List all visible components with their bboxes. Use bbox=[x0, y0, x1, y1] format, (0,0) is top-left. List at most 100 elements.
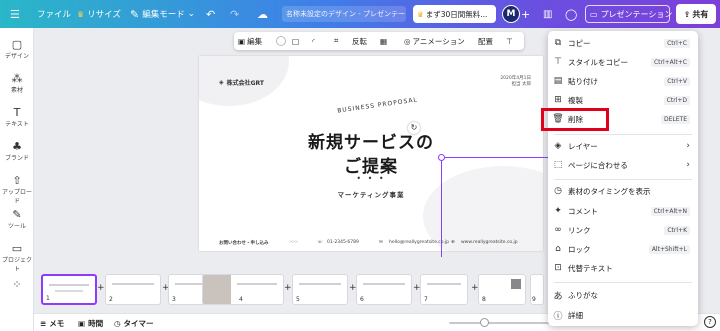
add-page-icon[interactable]: + bbox=[97, 283, 105, 293]
corner-button[interactable]: ◜ bbox=[312, 32, 315, 50]
apps-icon: ⁘ bbox=[12, 278, 22, 291]
present-button[interactable]: ▭ プレゼンテーション bbox=[585, 5, 672, 23]
website-url: www.reallygreatsite.co.jp bbox=[461, 240, 518, 245]
sidebar-item-elements[interactable]: ⁂ 素材 bbox=[0, 72, 34, 94]
page-thumbnail[interactable]: 6 bbox=[356, 274, 412, 305]
menu-item-duplicate[interactable]: ⊞ 複製 Ctrl+D bbox=[548, 92, 698, 108]
edit-mode-dropdown[interactable]: ✎ 編集モード ⌄ bbox=[130, 0, 195, 28]
phone-number: 01-2345-6789 bbox=[327, 240, 359, 245]
notes-icon: ≡ bbox=[40, 318, 47, 328]
share-button[interactable]: ⇪ 共有 bbox=[676, 4, 716, 24]
zoom-slider-thumb[interactable] bbox=[480, 318, 489, 327]
slide-canvas[interactable]: ◈ 株式会社GRT 2020年4月1日 担当 太郎 BUSINESS PROPOSA… bbox=[199, 56, 543, 251]
draw-icon: ✎ bbox=[12, 208, 22, 221]
add-collaborator-button[interactable]: + bbox=[521, 0, 530, 28]
sidebar-item-text[interactable]: T テキスト bbox=[0, 106, 34, 128]
transparency-button[interactable]: ▦ bbox=[380, 32, 387, 50]
menu-item-alt-text[interactable]: ⊡ 代替テキスト bbox=[548, 260, 698, 276]
undo-button[interactable]: ↶ bbox=[206, 0, 215, 28]
comments-button[interactable]: ◯ bbox=[565, 0, 577, 28]
notes-button[interactable]: ≡ メモ bbox=[40, 314, 64, 331]
menu-item-comment[interactable]: ✦ コメント Ctrl+Alt+N bbox=[548, 203, 698, 219]
page-thumbnail[interactable]: 9 bbox=[530, 274, 544, 305]
position-button[interactable]: 配置 bbox=[478, 32, 493, 50]
arrows-icon: >>> bbox=[289, 240, 298, 245]
text-icon: T bbox=[13, 106, 21, 119]
decorative-dots: • • • bbox=[356, 174, 386, 183]
help-button[interactable]: ? bbox=[704, 316, 716, 328]
sidebar-item-projects[interactable]: ▭ プロジェクト bbox=[0, 242, 34, 273]
sidebar-item-uploads[interactable]: ⇧ アップロード bbox=[0, 174, 34, 205]
copy-style-button[interactable]: ⊤ bbox=[506, 32, 513, 50]
menu-item-lock[interactable]: ⌂ ロック Alt+Shift+L bbox=[548, 241, 698, 257]
undo-icon: ↶ bbox=[206, 7, 216, 21]
sidebar-item-design[interactable]: ▢ デザイン bbox=[0, 38, 34, 60]
crop-button[interactable]: ⌗ bbox=[334, 32, 338, 50]
menu-item-furigana[interactable]: あふりがな bbox=[548, 287, 698, 303]
furigana-icon: あ bbox=[553, 291, 563, 302]
contact-label: お問い合わせ・申し込み bbox=[219, 241, 269, 246]
color-button[interactable] bbox=[276, 32, 286, 50]
selection-handle[interactable] bbox=[438, 154, 445, 161]
menu-button[interactable]: ☰ bbox=[10, 0, 20, 28]
duration-button[interactable]: ▣ 時間 bbox=[78, 314, 103, 331]
image-edit-icon: ▣ bbox=[238, 36, 246, 46]
zoom-slider-track[interactable] bbox=[449, 322, 559, 324]
add-page-icon[interactable]: + bbox=[284, 283, 292, 293]
transparency-icon: ▦ bbox=[380, 36, 388, 46]
menu-item-copy[interactable]: ⧉ コピー Ctrl+C bbox=[548, 35, 698, 51]
sidebar-item-brand[interactable]: ♣ ブランド bbox=[0, 140, 34, 162]
insights-button[interactable]: ▥ bbox=[543, 0, 552, 28]
file-menu[interactable]: ファイル bbox=[37, 0, 71, 28]
info-icon: ⓘ bbox=[553, 311, 563, 322]
design-title-input[interactable]: 名称未設定のデザイン - プレゼンテー bbox=[282, 6, 406, 22]
slide-subtitle[interactable]: マーケティング事業 bbox=[199, 189, 543, 199]
menu-item-link[interactable]: ∞ リンク Ctrl+K bbox=[548, 222, 698, 238]
flip-button[interactable]: 反転 bbox=[352, 32, 367, 50]
bar-chart-icon: ▥ bbox=[543, 8, 553, 20]
timer-button[interactable]: ◷ タイマー bbox=[114, 314, 154, 331]
resize-button[interactable]: ♛ リサイズ bbox=[77, 0, 121, 28]
menu-separator bbox=[554, 282, 692, 283]
redo-button[interactable]: ↷ bbox=[230, 0, 239, 28]
sidebar-item-apps[interactable]: ⁘ bbox=[0, 278, 34, 291]
page-thumbnail[interactable]: 2 bbox=[105, 274, 161, 305]
animation-icon: ◎ bbox=[404, 36, 411, 46]
page-thumbnail[interactable]: 1 bbox=[41, 274, 97, 305]
top-bar: ☰ ファイル ♛ リサイズ ✎ 編集モード ⌄ ↶ ↷ ☁ 名称未設定のデザイン - … bbox=[0, 0, 720, 28]
chevron-down-icon: ⌄ bbox=[187, 9, 195, 19]
page-thumbnail[interactable]: 8 bbox=[478, 274, 526, 305]
menu-item-copy-style[interactable]: ⊤ スタイルをコピー Ctrl+Alt+C bbox=[548, 54, 698, 70]
date-block: 2020年4月1日 担当 太郎 bbox=[500, 76, 531, 87]
selection-line bbox=[441, 157, 551, 158]
edit-image-button[interactable]: ▣ 編集 bbox=[238, 32, 262, 50]
paint-roller-icon: ⊤ bbox=[554, 57, 562, 67]
lock-icon: ⌂ bbox=[555, 244, 561, 254]
page-thumbnail[interactable]: 7 bbox=[420, 274, 468, 305]
border-button[interactable]: □ bbox=[292, 32, 299, 50]
menu-item-details[interactable]: ⓘ 詳細 bbox=[548, 307, 698, 323]
fit-page-icon: ⬚ bbox=[553, 160, 563, 170]
delete-highlight-box bbox=[541, 108, 609, 131]
cloud-save-status[interactable]: ☁ bbox=[257, 0, 268, 28]
slide-title-line1[interactable]: 新規サービスの bbox=[199, 128, 543, 153]
clipboard-icon: ▤ bbox=[553, 76, 563, 86]
color-swatch-icon bbox=[276, 36, 286, 46]
menu-item-fit-page[interactable]: ⬚ ページに合わせる › bbox=[548, 157, 698, 173]
rotate-handle[interactable]: ↻ bbox=[408, 122, 420, 134]
free-trial-button[interactable]: ♛ まず30日間無料... bbox=[413, 5, 496, 23]
chevron-right-icon: › bbox=[686, 141, 690, 151]
sidebar-item-tools[interactable]: ✎ ツール bbox=[0, 208, 34, 230]
present-icon: ▭ bbox=[590, 9, 598, 19]
crop-icon: ⌗ bbox=[334, 36, 339, 45]
avatar[interactable]: M bbox=[502, 5, 520, 23]
layers-icon: ◈ bbox=[554, 141, 562, 151]
menu-item-timing[interactable]: ◷ 素材のタイミングを表示 bbox=[548, 183, 698, 199]
email-address: hello@reallygreatsite.co.jp bbox=[389, 240, 449, 245]
menu-item-layer[interactable]: ◈ レイヤー › bbox=[548, 138, 698, 154]
menu-item-paste[interactable]: ▤ 貼り付け Ctrl+V bbox=[548, 73, 698, 89]
corner-icon: ◜ bbox=[312, 36, 315, 46]
page-thumbnail[interactable]: 5 bbox=[292, 274, 348, 305]
animate-button[interactable]: ◎ アニメーション bbox=[404, 32, 465, 50]
page-thumbnail[interactable]: 4 bbox=[202, 274, 284, 305]
